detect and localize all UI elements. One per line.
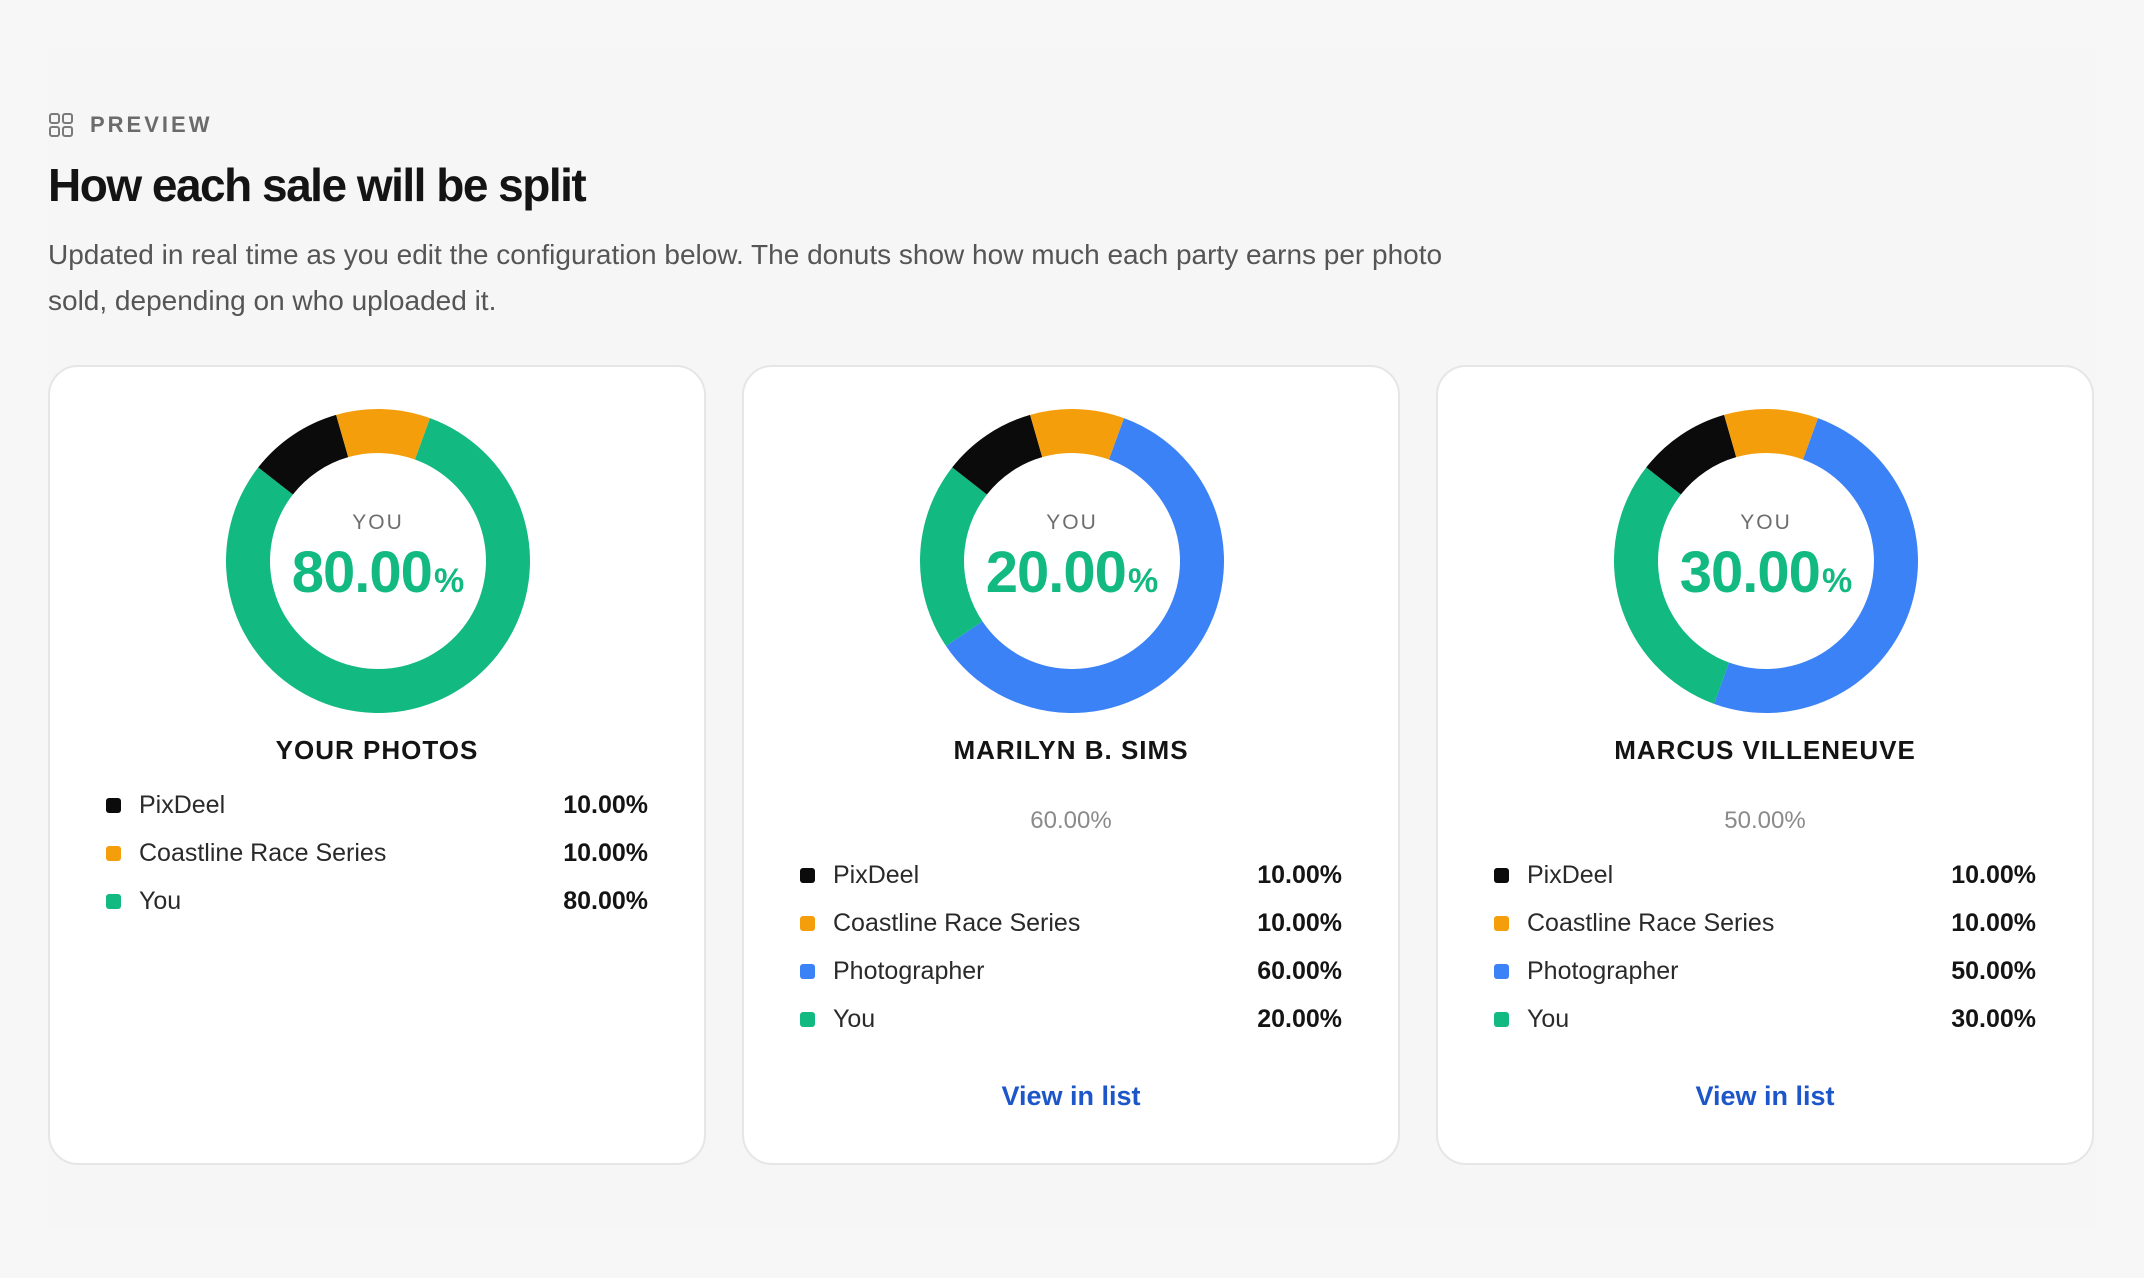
legend-value: 10.00% [1951,908,2036,937]
legend-value: 10.00% [563,838,648,867]
legend-item: Photographer 50.00% [1494,947,2036,995]
legend-label: Coastline Race Series [833,908,1081,937]
legend-value: 60.00% [1257,956,1342,985]
legend-item: PixDeel 10.00% [106,781,648,829]
donut-center-label: YOU [352,510,404,534]
legend-value: 30.00% [1951,1004,2036,1033]
photographer-share: 50.00% [1724,807,1806,834]
legend-item: PixDeel 10.00% [800,851,1342,899]
legend-label: Coastline Race Series [139,838,387,867]
split-card-marcus: YOU 30.00 % MARCUS VILLENEUVE 50.00% Pix… [1436,365,2094,1165]
legend-swatch [1494,915,1509,931]
legend-swatch [800,963,815,979]
legend-value: 10.00% [1257,860,1342,889]
donut-center: YOU 80.00 % [224,407,532,715]
legend-value: 80.00% [563,886,648,915]
legend-value: 10.00% [1951,860,2036,889]
legend-swatch [106,893,121,909]
legend-swatch [106,845,121,861]
legend-item: You 30.00% [1494,995,2036,1043]
photographer-share: 60.00% [1030,807,1112,834]
split-cards: YOU 80.00 % YOUR PHOTOS PixDeel 10.00% C… [48,365,2096,1167]
legend-swatch [1494,1011,1509,1027]
legend-item: You 80.00% [106,877,648,925]
donut-center: YOU 30.00 % [1612,407,1920,715]
donut-value-number: 30.00 [1679,539,1821,605]
donut-center-label: YOU [1046,510,1098,534]
donut-center-value: 30.00 % [1680,539,1852,606]
legend-value: 50.00% [1951,956,2036,985]
donut-value-number: 80.00 [291,539,433,605]
page-title: How each sale will be split [48,159,587,211]
split-card-marilyn: YOU 20.00 % MARILYN B. SIMS 60.00% PixDe… [742,365,1400,1165]
donut-chart: YOU 30.00 % [1612,407,1920,715]
legend: PixDeel 10.00% Coastline Race Series 10.… [800,851,1342,1043]
legend-label: Coastline Race Series [1527,908,1775,937]
legend-swatch [106,797,121,813]
legend-value: 20.00% [1257,1004,1342,1033]
legend-item: Coastline Race Series 10.00% [106,829,648,877]
legend-item: Coastline Race Series 10.00% [1494,899,2036,947]
legend-swatch [800,915,815,931]
legend-label: Photographer [833,956,985,985]
preview-eyebrow: PREVIEW [48,112,212,138]
preview-panel: PREVIEW How each sale will be split Upda… [48,48,2096,1228]
legend-label: Photographer [1527,956,1679,985]
donut-value-unit: % [433,561,465,600]
donut-value-unit: % [1821,561,1853,600]
donut-center-label: YOU [1740,510,1792,534]
legend: PixDeel 10.00% Coastline Race Series 10.… [106,781,648,925]
donut-center: YOU 20.00 % [918,407,1226,715]
legend-item: Coastline Race Series 10.00% [800,899,1342,947]
donut-center-value: 20.00 % [986,539,1158,606]
view-in-list-link[interactable]: View in list [744,1081,1398,1112]
donut-center-value: 80.00 % [292,539,464,606]
donut-value-unit: % [1127,561,1159,600]
legend-value: 10.00% [1257,908,1342,937]
donut-value-number: 20.00 [985,539,1127,605]
legend-label: You [1527,1004,1570,1033]
legend-item: You 20.00% [800,995,1342,1043]
legend-swatch [800,1011,815,1027]
card-title: MARCUS VILLENEUVE [1614,735,1916,765]
legend-swatch [1494,867,1509,883]
split-card-your-photos: YOU 80.00 % YOUR PHOTOS PixDeel 10.00% C… [48,365,706,1165]
legend-label: PixDeel [139,790,226,819]
legend-value: 10.00% [563,790,648,819]
legend-label: You [833,1004,876,1033]
legend-label: PixDeel [1527,860,1614,889]
donut-chart: YOU 80.00 % [224,407,532,715]
page-subtitle: Updated in real time as you edit the con… [48,239,1443,316]
legend-item: Photographer 60.00% [800,947,1342,995]
legend-label: You [139,886,182,915]
card-title: YOUR PHOTOS [275,735,479,765]
legend: PixDeel 10.00% Coastline Race Series 10.… [1494,851,2036,1043]
preview-label: PREVIEW [90,112,213,137]
legend-swatch [1494,963,1509,979]
view-in-list-link[interactable]: View in list [1438,1081,2092,1112]
donut-chart: YOU 20.00 % [918,407,1226,715]
legend-item: PixDeel 10.00% [1494,851,2036,899]
legend-swatch [800,867,815,883]
legend-label: PixDeel [833,860,920,889]
grid-icon [49,113,73,137]
card-title: MARILYN B. SIMS [953,735,1189,765]
